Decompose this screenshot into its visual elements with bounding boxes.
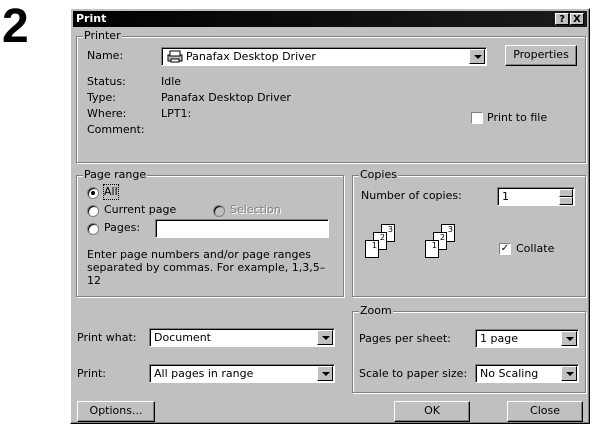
chevron-down-icon[interactable] (561, 366, 577, 381)
print-select[interactable]: All pages in range (149, 364, 335, 383)
help-button[interactable]: ? (555, 13, 569, 25)
page-range-hint: Enter page numbers and/or page ranges se… (87, 248, 326, 287)
close-button[interactable]: Close (507, 401, 583, 422)
spin-down-icon[interactable] (559, 197, 573, 205)
pages-per-sheet-label: Pages per sheet: (359, 332, 451, 345)
chevron-down-icon[interactable] (561, 331, 577, 346)
current-page-radio[interactable] (87, 205, 99, 217)
close-window-button[interactable]: X (570, 13, 584, 25)
copies-group-title: Copies (359, 168, 398, 182)
collate-illustration: 3 2 1 3 2 1 (365, 224, 485, 284)
printer-group-title: Printer (83, 29, 122, 43)
copies-group: Copies Number of copies: 1 3 2 1 3 2 1 ✓… (352, 168, 586, 297)
current-page-label[interactable]: Current page (104, 203, 176, 217)
title-bar: Print ? X (73, 11, 587, 27)
print-label: Print: (77, 367, 107, 380)
pages-per-sheet-select[interactable]: 1 page (475, 329, 579, 348)
comment-label: Comment: (87, 123, 145, 136)
page-range-group-title: Page range (83, 168, 148, 182)
chevron-down-icon[interactable] (317, 366, 333, 381)
all-radio[interactable] (87, 187, 99, 199)
print-value: All pages in range (154, 367, 254, 380)
print-to-file-label[interactable]: Print to file (487, 111, 547, 125)
scale-value: No Scaling (480, 367, 539, 380)
pages-per-sheet-value: 1 page (480, 332, 518, 345)
scale-label: Scale to paper size: (359, 367, 468, 380)
ok-button[interactable]: OK (394, 401, 470, 422)
dialog-title: Print (76, 12, 107, 25)
printer-group: Printer Name: Panafax Desktop Driver Pro… (76, 29, 586, 163)
selection-radio[interactable] (213, 205, 225, 217)
printer-name-select[interactable]: Panafax Desktop Driver (161, 47, 487, 66)
collate-label[interactable]: Collate (516, 242, 554, 256)
pages-input[interactable] (155, 219, 329, 238)
printer-icon (166, 50, 184, 63)
print-dialog: Print ? X Printer Name: Panafax Desktop … (70, 8, 590, 424)
where-label: Where: (87, 107, 127, 120)
all-radio-label[interactable]: All (103, 184, 119, 200)
copies-spinner[interactable]: 1 (497, 187, 575, 206)
scale-select[interactable]: No Scaling (475, 364, 579, 383)
type-value: Panafax Desktop Driver (161, 91, 291, 104)
zoom-group-title: Zoom (359, 304, 393, 318)
chevron-down-icon[interactable] (317, 330, 333, 345)
status-label: Status: (87, 75, 126, 88)
where-value: LPT1: (161, 107, 192, 120)
type-label: Type: (87, 91, 116, 104)
selection-label[interactable]: Selection (230, 203, 281, 217)
status-value: Idle (161, 75, 182, 88)
printer-name-value: Panafax Desktop Driver (186, 50, 316, 63)
print-what-select[interactable]: Document (149, 328, 335, 347)
print-what-label: Print what: (77, 331, 137, 344)
pages-label[interactable]: Pages: (104, 221, 140, 235)
printer-name-label: Name: (87, 49, 124, 62)
spin-up-icon[interactable] (559, 189, 573, 197)
zoom-group: Zoom Pages per sheet: 1 page Scale to pa… (352, 304, 586, 393)
number-of-copies-label: Number of copies: (361, 189, 462, 202)
pages-radio[interactable] (87, 223, 99, 235)
properties-button[interactable]: Properties (505, 45, 577, 66)
collate-page-1b: 1 (425, 240, 439, 258)
print-what-value: Document (154, 331, 211, 344)
step-number: 2 (2, 0, 29, 53)
collate-checkbox[interactable]: ✓ (499, 243, 511, 255)
copies-value: 1 (502, 190, 509, 203)
options-button[interactable]: Options... (77, 401, 155, 422)
chevron-down-icon[interactable] (469, 49, 485, 64)
page-range-group: Page range All Current page Selection Pa… (76, 168, 344, 297)
print-to-file-checkbox[interactable] (471, 112, 483, 124)
collate-page-1a: 1 (365, 240, 379, 258)
